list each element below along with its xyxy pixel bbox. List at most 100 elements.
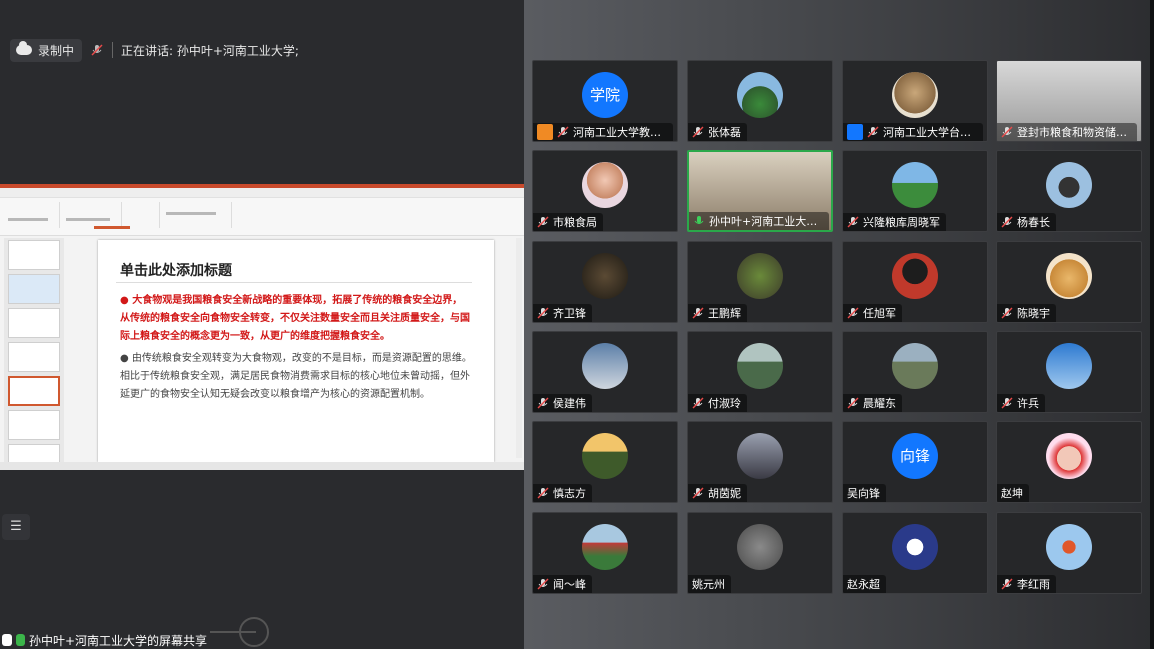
recording-indicator[interactable]: 录制中	[10, 38, 83, 62]
powerpoint-window[interactable]: 单击此处添加标题 ● 大食物观是我国粮食安全新战略的重要体现，拓展了传统的粮食安…	[0, 184, 524, 470]
participant-namebar: 市粮食局	[533, 213, 603, 231]
participant-tile[interactable]: 胡茵妮	[687, 421, 833, 503]
participant-namebar: 张体磊	[688, 123, 747, 141]
slide-bullet-2: ● 由传统粮食安全观转变为大食物观，改变的不是目标，而是资源配置的思维。相比于传…	[120, 353, 472, 400]
participant-name: 赵坤	[1001, 487, 1023, 500]
participant-tile[interactable]: 李红雨	[996, 512, 1142, 594]
mic-muted-icon	[1001, 126, 1013, 138]
participant-tile[interactable]: 登封市粮食和物资储备局...	[996, 60, 1142, 142]
meeting-screen: 录制中 正在讲话: 孙中叶+河南工业大学; 单击此处添加标题 ● 大食物观是我国…	[0, 0, 1154, 649]
ribbon-group[interactable]	[162, 202, 232, 228]
participant-namebar: 付淑玲	[688, 394, 747, 412]
participant-tile[interactable]: 孙中叶+河南工业大学...	[687, 150, 833, 232]
speaking-status: 正在讲话: 孙中叶+河南工业大学;	[121, 43, 299, 58]
mic-muted-icon	[1001, 307, 1013, 319]
participant-tile[interactable]: 许兵	[996, 331, 1142, 413]
shared-screen-panel: 录制中 正在讲话: 孙中叶+河南工业大学; 单击此处添加标题 ● 大食物观是我国…	[0, 0, 524, 649]
participant-tile[interactable]: 齐卫锋	[532, 241, 678, 323]
participant-name: 赵永超	[847, 578, 880, 591]
tree-photo	[582, 433, 628, 479]
mic-muted-icon	[537, 578, 549, 590]
bullet-1-text: 大食物观是我国粮食安全新战略的重要体现，拓展了传统的粮食安全边界，从传统的粮食安…	[120, 295, 470, 342]
rocks-photo	[737, 524, 783, 570]
participant-name: 闻～峰	[553, 578, 586, 591]
slide-thumbnail-selected[interactable]	[8, 376, 60, 406]
participant-tile[interactable]: 赵坤	[996, 421, 1142, 503]
participant-tile[interactable]: 市粮食局	[532, 150, 678, 232]
garden-photo	[582, 524, 628, 570]
slide-thumbnails[interactable]	[4, 238, 64, 466]
bullet-2-text: 由传统粮食安全观转变为大食物观，改变的不是目标，而是资源配置的思维。相比于传统粮…	[120, 353, 472, 400]
ppt-ribbon[interactable]	[0, 188, 524, 236]
participant-name: 市粮食局	[553, 216, 597, 229]
participant-tile[interactable]: 付淑玲	[687, 331, 833, 413]
participant-tile[interactable]: 向锋 吴向锋	[842, 421, 988, 503]
slide-thumbnail[interactable]	[8, 308, 60, 338]
slide-thumbnail[interactable]	[8, 342, 60, 372]
participant-name: 孙中叶+河南工业大学...	[709, 215, 823, 228]
mic-active-icon	[16, 634, 25, 646]
participant-namebar: 胡茵妮	[688, 484, 747, 502]
participant-namebar: 齐卫锋	[533, 304, 592, 322]
mic-muted-icon	[692, 126, 704, 138]
participant-tile[interactable]: 杨春长	[996, 150, 1142, 232]
participant-tile[interactable]: 学院河南工业大学教育培...	[532, 60, 678, 142]
ribbon-group[interactable]	[4, 202, 60, 228]
screen-share-label: 孙中叶+河南工业大学的屏幕共享	[0, 631, 208, 649]
participant-tile[interactable]: 慎志方	[532, 421, 678, 503]
participant-name: 李红雨	[1017, 578, 1050, 591]
participant-name: 王鹏辉	[708, 307, 741, 320]
slide-thumbnail[interactable]	[8, 410, 60, 440]
girl-sky-photo	[582, 343, 628, 389]
participant-tile[interactable]: 闻～峰	[532, 512, 678, 594]
participant-tile[interactable]: 侯建伟	[532, 331, 678, 413]
participant-name: 胡茵妮	[708, 487, 741, 500]
participant-namebar: 赵永超	[843, 575, 886, 593]
participant-namebar: 晨耀东	[843, 394, 902, 412]
participant-name: 侯建伟	[553, 397, 586, 410]
participant-name: 付淑玲	[708, 397, 741, 410]
slide-bullet-1: ● 大食物观是我国粮食安全新战略的重要体现，拓展了传统的粮食安全边界，从传统的粮…	[120, 295, 470, 342]
participant-namebar: 杨春长	[997, 213, 1056, 231]
slide-thumbnail[interactable]	[8, 274, 60, 304]
list-menu-button[interactable]: ☰	[2, 514, 30, 540]
participant-tile[interactable]: 河南工业大学台家栋	[842, 60, 988, 142]
participant-name: 晨耀东	[863, 397, 896, 410]
participant-tile[interactable]: 任旭军	[842, 241, 988, 323]
title-underline	[116, 282, 472, 283]
participant-namebar: 姚元州	[688, 575, 731, 593]
mic-muted-icon	[557, 126, 569, 138]
participant-tile[interactable]: 王鹏辉	[687, 241, 833, 323]
participant-namebar: 任旭军	[843, 304, 902, 322]
slide-thumbnail[interactable]	[8, 240, 60, 270]
mic-muted-icon	[847, 216, 859, 228]
participant-tile[interactable]: 陈晓宇	[996, 241, 1142, 323]
mic-muted-icon	[692, 487, 704, 499]
slide-title[interactable]: 单击此处添加标题	[120, 260, 232, 280]
mic-muted-icon	[1001, 578, 1013, 590]
mic-muted-icon	[91, 44, 103, 56]
ribbon-group[interactable]	[124, 202, 160, 228]
slide-canvas[interactable]: 单击此处添加标题 ● 大食物观是我国粮食安全新战略的重要体现，拓展了传统的粮食安…	[98, 240, 494, 462]
participant-namebar: 河南工业大学台家栋	[843, 123, 983, 141]
blue-sky-photo	[1046, 343, 1092, 389]
participant-tile[interactable]: 张体磊	[687, 60, 833, 142]
share-slider-knob[interactable]	[239, 617, 269, 647]
participant-tile[interactable]: 姚元州	[687, 512, 833, 594]
participant-tile[interactable]: 晨耀东	[842, 331, 988, 413]
participant-namebar: 兴隆粮库周晓军	[843, 213, 946, 231]
participant-tile[interactable]: 兴隆粮库周晓军	[842, 150, 988, 232]
window-edge	[1150, 0, 1154, 649]
participant-name: 姚元州	[692, 578, 725, 591]
mountain-photo	[892, 343, 938, 389]
participant-name: 河南工业大学台家栋	[883, 126, 977, 139]
participant-name: 张体磊	[708, 126, 741, 139]
ribbon-group[interactable]	[62, 202, 122, 228]
participant-name: 慎志方	[553, 487, 586, 500]
slide-thumbnail[interactable]	[8, 444, 60, 464]
participant-name: 齐卫锋	[553, 307, 586, 320]
participant-namebar: 陈晓宇	[997, 304, 1056, 322]
silhouette-photo	[737, 433, 783, 479]
participant-tile[interactable]: 赵永超	[842, 512, 988, 594]
slide-scrollbar[interactable]	[516, 238, 522, 458]
